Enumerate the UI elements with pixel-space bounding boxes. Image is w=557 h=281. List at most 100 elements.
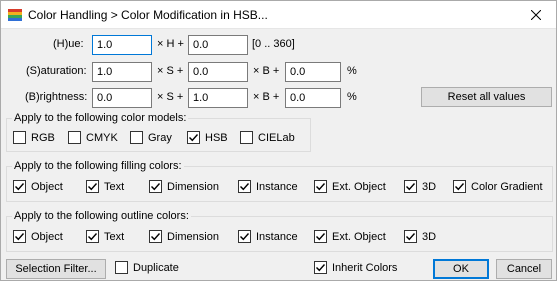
model-gray-label: Gray xyxy=(148,131,172,144)
fill-ext-object-box[interactable] xyxy=(314,180,327,193)
fill-text-label: Text xyxy=(104,180,125,193)
filling-title: Apply to the following filling colors: xyxy=(12,160,184,172)
close-icon[interactable] xyxy=(516,1,556,29)
title-bar: Color Handling > Color Modification in H… xyxy=(1,1,556,29)
model-gray-box[interactable] xyxy=(130,131,143,144)
ok-button[interactable]: OK xyxy=(433,259,489,279)
model-hsb-label: HSB xyxy=(205,131,228,144)
outline-title: Apply to the following outline colors: xyxy=(12,210,191,222)
hue-offset-field[interactable]: 0.0 xyxy=(188,35,248,55)
model-hsb-box[interactable] xyxy=(187,131,200,144)
duplicate-box[interactable] xyxy=(115,261,128,274)
checkmark-icon xyxy=(15,233,25,241)
window-title: Color Handling > Color Modification in H… xyxy=(28,8,268,22)
outline-dimension-label: Dimension xyxy=(167,230,219,243)
fill-text-checkbox[interactable]: Text xyxy=(86,180,124,193)
dialog-window: Color Handling > Color Modification in H… xyxy=(0,0,557,281)
outline-object-box[interactable] xyxy=(13,230,26,243)
fill-3d-checkbox[interactable]: 3D xyxy=(404,180,436,193)
brightness-op-b: × B + xyxy=(253,91,280,103)
model-gray-checkbox[interactable]: Gray xyxy=(130,131,172,144)
outline-instance-checkbox[interactable]: Instance xyxy=(238,230,298,243)
checkmark-icon xyxy=(316,183,326,191)
checkmark-icon xyxy=(406,183,416,191)
outline-3d-checkbox[interactable]: 3D xyxy=(404,230,436,243)
fill-3d-box[interactable] xyxy=(404,180,417,193)
fill-instance-box[interactable] xyxy=(238,180,251,193)
outline-text-label: Text xyxy=(104,230,125,243)
checkmark-icon xyxy=(455,183,465,191)
fill-dimension-checkbox[interactable]: Dimension xyxy=(149,180,219,193)
checkmark-icon xyxy=(88,233,98,241)
hue-factor-field[interactable]: 1.0 xyxy=(92,35,152,55)
model-cmyk-checkbox[interactable]: CMYK xyxy=(68,131,118,144)
model-cielab-box[interactable] xyxy=(240,131,253,144)
selection-filter-button[interactable]: Selection Filter... xyxy=(6,259,106,279)
outline-ext-object-box[interactable] xyxy=(314,230,327,243)
inherit-colors-checkbox[interactable]: Inherit Colors xyxy=(314,261,397,274)
fill-object-checkbox[interactable]: Object xyxy=(13,180,63,193)
fill-color-gradient-box[interactable] xyxy=(453,180,466,193)
fill-ext-object-checkbox[interactable]: Ext. Object xyxy=(314,180,386,193)
outline-text-checkbox[interactable]: Text xyxy=(86,230,124,243)
outline-object-label: Object xyxy=(31,230,63,243)
brightness-factor-field[interactable]: 0.0 xyxy=(92,88,152,108)
outline-dimension-box[interactable] xyxy=(149,230,162,243)
fill-instance-label: Instance xyxy=(256,180,298,193)
duplicate-label: Duplicate xyxy=(133,261,179,274)
model-cmyk-label: CMYK xyxy=(86,131,118,144)
checkmark-icon xyxy=(316,233,326,241)
fill-object-label: Object xyxy=(31,180,63,193)
checkmark-icon xyxy=(151,183,161,191)
fill-dimension-label: Dimension xyxy=(167,180,219,193)
fill-3d-label: 3D xyxy=(422,180,437,193)
app-icon xyxy=(7,7,23,23)
model-cmyk-box[interactable] xyxy=(68,131,81,144)
fill-text-box[interactable] xyxy=(86,180,99,193)
outline-instance-box[interactable] xyxy=(238,230,251,243)
brightness-label: (B)rightness: xyxy=(25,91,88,103)
model-rgb-box[interactable] xyxy=(13,131,26,144)
model-rgb-checkbox[interactable]: RGB xyxy=(13,131,55,144)
saturation-op-s: × S + xyxy=(157,65,184,77)
brightness-unit: % xyxy=(347,91,357,103)
inherit-colors-label: Inherit Colors xyxy=(332,261,398,274)
outline-dimension-checkbox[interactable]: Dimension xyxy=(149,230,219,243)
checkmark-icon xyxy=(316,264,326,272)
brightness-s-field[interactable]: 1.0 xyxy=(188,88,248,108)
duplicate-checkbox[interactable]: Duplicate xyxy=(115,261,179,274)
reset-all-values-button[interactable]: Reset all values xyxy=(421,87,552,107)
inherit-colors-box[interactable] xyxy=(314,261,327,274)
outline-instance-label: Instance xyxy=(256,230,298,243)
fill-ext-object-label: Ext. Object xyxy=(332,180,386,193)
checkmark-icon xyxy=(15,183,25,191)
fill-color-gradient-label: Color Gradient xyxy=(471,180,543,193)
saturation-unit: % xyxy=(347,65,357,77)
fill-color-gradient-checkbox[interactable]: Color Gradient xyxy=(453,180,543,193)
checkmark-icon xyxy=(151,233,161,241)
checkmark-icon xyxy=(88,183,98,191)
model-cielab-checkbox[interactable]: CIELab xyxy=(240,131,295,144)
brightness-op-s: × S + xyxy=(157,91,184,103)
checkmark-icon xyxy=(189,134,199,142)
fill-object-box[interactable] xyxy=(13,180,26,193)
fill-instance-checkbox[interactable]: Instance xyxy=(238,180,298,193)
saturation-label: (S)aturation: xyxy=(26,65,87,77)
model-cielab-label: CIELab xyxy=(258,131,295,144)
saturation-b-field[interactable]: 0.0 xyxy=(285,62,341,82)
fill-dimension-box[interactable] xyxy=(149,180,162,193)
hue-op: × H + xyxy=(157,38,184,50)
brightness-b-field[interactable]: 0.0 xyxy=(285,88,341,108)
outline-text-box[interactable] xyxy=(86,230,99,243)
model-rgb-label: RGB xyxy=(31,131,55,144)
cancel-button[interactable]: Cancel xyxy=(496,259,552,279)
saturation-s-field[interactable]: 0.0 xyxy=(188,62,248,82)
outline-ext-object-label: Ext. Object xyxy=(332,230,386,243)
saturation-factor-field[interactable]: 1.0 xyxy=(92,62,152,82)
checkmark-icon xyxy=(240,183,250,191)
model-hsb-checkbox[interactable]: HSB xyxy=(187,131,228,144)
outline-ext-object-checkbox[interactable]: Ext. Object xyxy=(314,230,386,243)
outline-3d-box[interactable] xyxy=(404,230,417,243)
outline-object-checkbox[interactable]: Object xyxy=(13,230,63,243)
saturation-op-b: × B + xyxy=(253,65,280,77)
